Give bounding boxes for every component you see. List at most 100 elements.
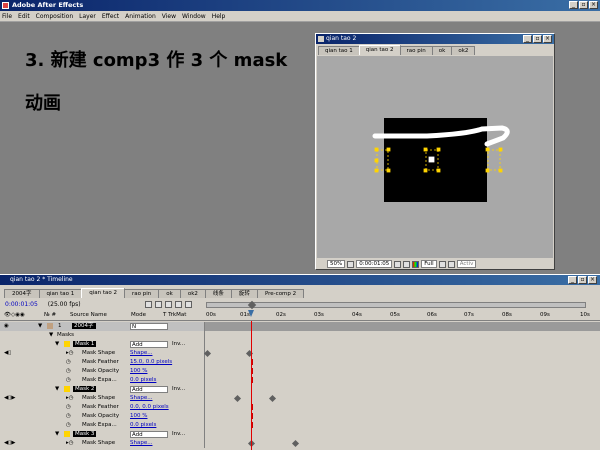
eye-icon[interactable]: ◉ — [4, 322, 9, 331]
mask-property-row[interactable]: ◷ Mask Feather 0.0, 0.0 pixels — [0, 403, 600, 412]
timeline-tab[interactable]: 2004字 — [4, 289, 40, 298]
mask-feather-value[interactable]: 15.0, 0.0 pixels — [130, 358, 172, 367]
mask-opacity-value[interactable]: 100 % — [130, 412, 147, 421]
timeline-tab-active[interactable]: qian tao 2 — [81, 288, 126, 298]
mask-property-row[interactable]: ◷ Mask Feather 15.0, 0.0 pixels — [0, 358, 600, 367]
mask-color-swatch[interactable] — [64, 341, 70, 347]
keyframe-navigator-icon[interactable]: ◀▯▶ — [4, 394, 16, 403]
mask-color-swatch[interactable] — [64, 386, 70, 392]
layer-name[interactable]: 2004字 — [72, 323, 96, 329]
mask-row[interactable]: ▼ Mask 2 Add Inv... — [0, 385, 600, 394]
stopwatch-icon[interactable]: ▸◷ — [66, 394, 74, 403]
layer-label-color[interactable] — [47, 323, 53, 329]
expand-mask-icon[interactable]: ▼ — [55, 340, 59, 349]
mask-shape-value[interactable]: Shape... — [130, 394, 152, 403]
mask-property-row[interactable]: ◀▯▶ ▸◷ Mask Shape Shape... — [0, 394, 600, 403]
show-snapshot-icon[interactable] — [403, 260, 411, 268]
stopwatch-icon[interactable]: ◷ — [66, 376, 71, 385]
mask-3-outline[interactable] — [485, 147, 503, 173]
layer-mode-select[interactable]: N — [130, 323, 168, 330]
timeline-tab[interactable]: rao pin — [124, 289, 160, 298]
mask-color-swatch[interactable] — [64, 431, 70, 437]
quality-select[interactable]: Full — [421, 260, 437, 268]
keyframe[interactable] — [268, 394, 277, 403]
menu-effect[interactable]: Effect — [102, 13, 119, 20]
timeline-tab[interactable]: 旋转 — [230, 289, 258, 298]
layer-duration-bar[interactable] — [204, 322, 600, 331]
mask-mode-select[interactable]: Add — [130, 341, 168, 348]
menu-animation[interactable]: Animation — [125, 13, 156, 20]
mask-name[interactable]: Mask 2 — [73, 386, 97, 392]
stopwatch-icon[interactable]: ▸◷ — [66, 349, 74, 358]
close-icon[interactable]: × — [589, 1, 598, 9]
mask-name[interactable]: Mask 3 — [73, 431, 97, 437]
minimize-icon[interactable]: _ — [569, 1, 578, 9]
trkmat-header[interactable]: T TrkMat — [163, 312, 186, 318]
mask-row[interactable]: ▼ Mask 1 Add Inv... — [0, 340, 600, 349]
draft-3d-icon[interactable] — [144, 301, 152, 308]
layer-row[interactable]: ◉ ▼ 1 2004字 N — [0, 322, 600, 331]
mask-inverted-toggle[interactable]: Inv... — [172, 430, 185, 439]
close-icon[interactable]: × — [543, 35, 552, 43]
timeline-tab[interactable]: qian tao 1 — [38, 289, 83, 298]
comp-viewer[interactable] — [317, 56, 553, 258]
minimize-icon[interactable]: _ — [523, 35, 532, 43]
minimize-icon[interactable]: _ — [568, 276, 577, 284]
comp-tab[interactable]: ok2 — [451, 46, 476, 55]
menu-view[interactable]: View — [162, 13, 176, 20]
mask-expansion-value[interactable]: 0.0 pixels — [130, 421, 156, 430]
mask-mode-select[interactable]: Add — [130, 386, 168, 393]
comp-tab[interactable]: qian tao 1 — [318, 46, 360, 55]
stopwatch-icon[interactable]: ◷ — [66, 421, 71, 430]
mask-inverted-toggle[interactable]: Inv... — [172, 385, 185, 394]
mask-feather-value[interactable]: 0.0, 0.0 pixels — [130, 403, 169, 412]
source-name-header[interactable]: Source Name — [70, 312, 107, 318]
mask-shape-value[interactable]: Shape... — [130, 349, 152, 358]
mode-header[interactable]: Mode — [131, 312, 146, 318]
keyframe[interactable] — [233, 394, 242, 403]
mask-property-row[interactable]: ◷ Mask Opacity 100 % — [0, 412, 600, 421]
menu-help[interactable]: Help — [212, 13, 226, 20]
zoom-select[interactable]: 50% — [327, 260, 346, 268]
snapshot-icon[interactable] — [394, 260, 402, 268]
transparency-grid-icon[interactable] — [447, 260, 455, 268]
mask-property-row[interactable]: ◀▯ ▸◷ Mask Shape Shape... — [0, 349, 600, 358]
region-icon[interactable] — [438, 260, 446, 268]
comp-tab[interactable]: ok — [431, 46, 453, 55]
time-ruler[interactable]: 00s 01s 02s 03s 04s 05s 06s 07s 08s 09s … — [204, 310, 600, 321]
menu-composition[interactable]: Composition — [36, 13, 73, 20]
mask-property-row[interactable]: ◷ Mask Opacity 100 % — [0, 367, 600, 376]
keyframe-navigator-icon[interactable]: ◀▯ — [4, 349, 11, 358]
channel-icon[interactable] — [412, 260, 420, 268]
stopwatch-icon[interactable]: ◷ — [66, 403, 71, 412]
masks-group-row[interactable]: ▼ Masks — [0, 331, 600, 340]
menu-layer[interactable]: Layer — [79, 13, 96, 20]
mask-row[interactable]: ▼ Mask 3 Add Inv... — [0, 430, 600, 439]
menu-file[interactable]: File — [2, 13, 12, 20]
comp-tab[interactable]: rao pin — [399, 46, 433, 55]
navigator-handle[interactable] — [247, 300, 257, 310]
camera-select[interactable]: Activ — [456, 260, 477, 268]
keyframe[interactable] — [203, 349, 212, 358]
current-time-indicator-line[interactable] — [251, 321, 252, 450]
mask-opacity-value[interactable]: 100 % — [130, 367, 147, 376]
graph-icon[interactable] — [184, 301, 192, 308]
timeline-tab[interactable]: ok — [158, 289, 181, 298]
stopwatch-icon[interactable]: ◷ — [66, 412, 71, 421]
timeline-tab[interactable]: Pre-comp 2 — [256, 289, 305, 298]
time-navigator[interactable] — [206, 300, 586, 310]
timeline-tab[interactable]: 线条 — [204, 289, 232, 298]
comp-tab-active[interactable]: qian tao 2 — [358, 45, 401, 55]
expand-mask-icon[interactable]: ▼ — [55, 385, 59, 394]
mask-mode-select[interactable]: Add — [130, 431, 168, 438]
menu-window[interactable]: Window — [182, 13, 206, 20]
restore-icon[interactable]: ▫ — [578, 276, 587, 284]
mask-property-row[interactable]: ◀▯▶ ▸◷ Mask Shape Shape... — [0, 439, 600, 448]
stopwatch-icon[interactable]: ◷ — [66, 367, 71, 376]
stopwatch-icon[interactable]: ◷ — [66, 358, 71, 367]
timeline-tab[interactable]: ok2 — [179, 289, 206, 298]
motion-blur-icon[interactable] — [174, 301, 182, 308]
close-icon[interactable]: × — [588, 276, 597, 284]
expand-mask-icon[interactable]: ▼ — [55, 430, 59, 439]
restore-icon[interactable]: ▫ — [533, 35, 542, 43]
